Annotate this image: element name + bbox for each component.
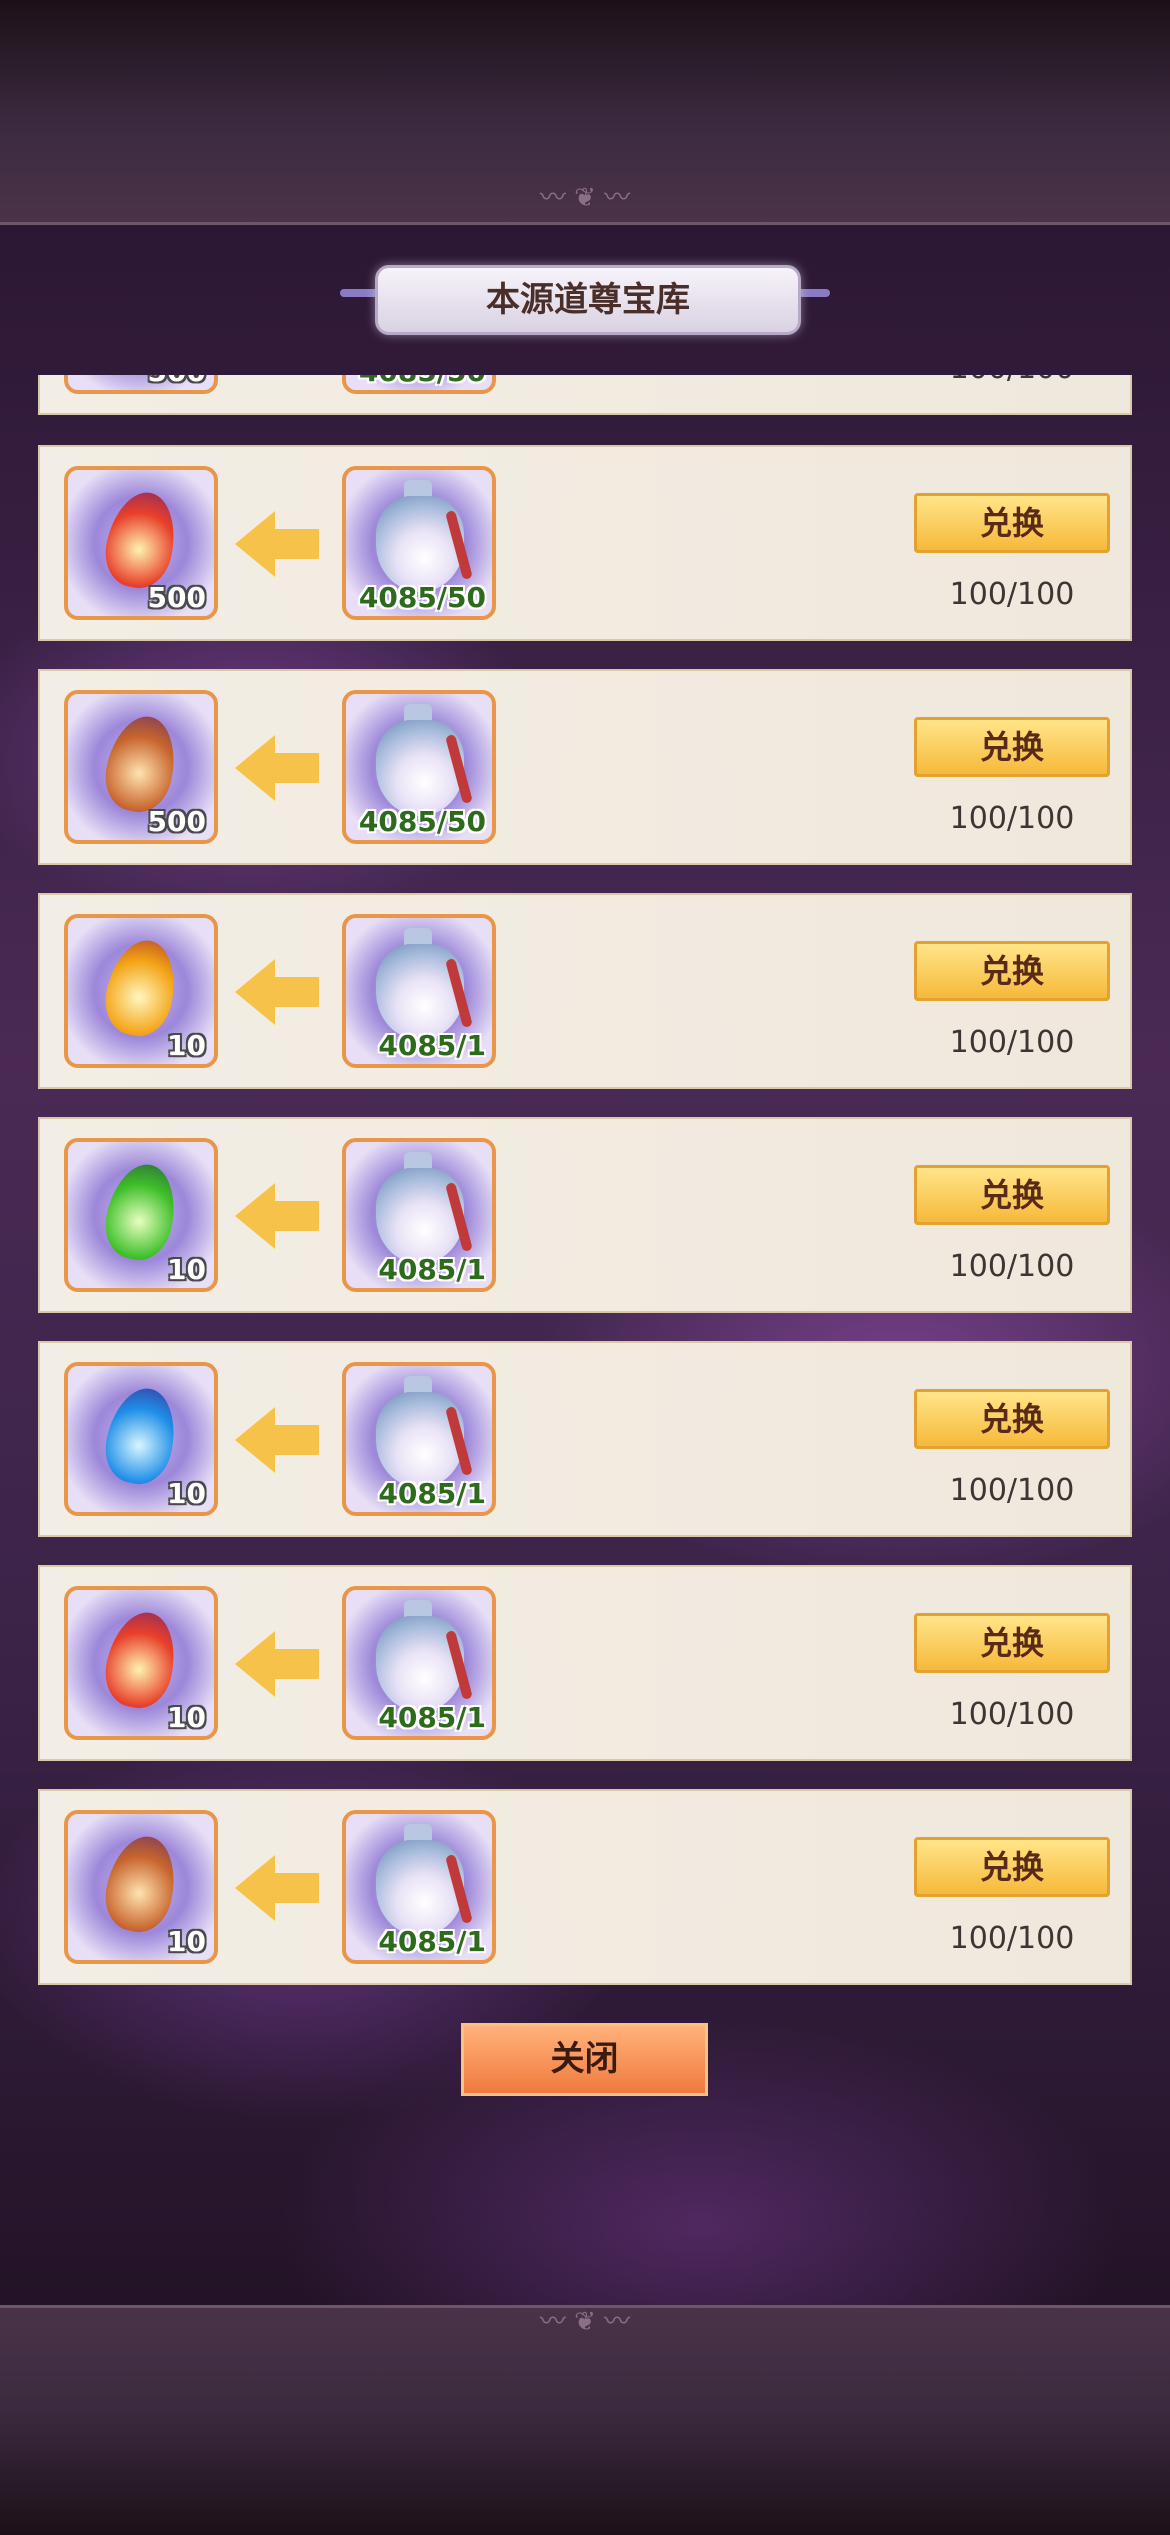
amber-flame-crystal-icon	[98, 710, 184, 818]
gold-flame-crystal-icon	[98, 934, 184, 1042]
cost-slot[interactable]: 4085/50	[342, 375, 496, 394]
reward-count: 10	[167, 1253, 206, 1286]
top-frame: 〰 ❦ 〰	[0, 0, 1170, 225]
cost-count: 4085/1	[378, 1925, 486, 1958]
reward-count: 10	[167, 1925, 206, 1958]
cost-count: 4085/1	[378, 1477, 486, 1510]
stock-text: 100/100	[914, 375, 1110, 386]
reward-count: 500	[148, 375, 206, 388]
cost-slot[interactable]: 4085/1	[342, 1810, 496, 1964]
stock-text: 100/100	[949, 1473, 1075, 1508]
stock-text: 100/100	[949, 1025, 1075, 1060]
red-flame-crystal-icon	[98, 1606, 184, 1714]
reward-slot[interactable]: 10	[64, 1810, 218, 1964]
cost-count: 4085/50	[358, 581, 486, 614]
reward-count: 10	[167, 1477, 206, 1510]
exchange-button[interactable]: 兑换	[914, 1389, 1110, 1449]
list-item: 500 4085/50 兑换 100/100	[38, 445, 1132, 641]
reward-count: 500	[147, 805, 206, 838]
bottom-frame: 〰 ❦ 〰	[0, 2305, 1170, 2535]
red-flame-crystal-icon	[98, 486, 184, 594]
top-ornament: 〰 ❦ 〰	[539, 183, 631, 213]
amber-flame-crystal-icon	[98, 1830, 184, 1938]
list-item: 10 4085/1 兑换 100/100	[38, 1565, 1132, 1761]
list-item: 10 4085/1 兑换 100/100	[38, 893, 1132, 1089]
reward-slot[interactable]: 10	[64, 1586, 218, 1740]
list-item: 10 4085/1 兑换 100/100	[38, 1789, 1132, 1985]
reward-slot[interactable]: 500	[64, 690, 218, 844]
arrow-left-icon	[235, 1631, 319, 1697]
arrow-left-icon	[235, 1407, 319, 1473]
exchange-button[interactable]: 兑换	[914, 1837, 1110, 1897]
arrow-left-icon	[235, 959, 319, 1025]
arrow-left-icon	[235, 511, 319, 577]
bottom-ornament: 〰 ❦ 〰	[539, 2307, 631, 2337]
cost-count: 4085/1	[378, 1701, 486, 1734]
stock-text: 100/100	[949, 1921, 1075, 1956]
exchange-button[interactable]: 兑换	[914, 941, 1110, 1001]
cost-slot[interactable]: 4085/1	[342, 1586, 496, 1740]
exchange-button[interactable]: 兑换	[914, 717, 1110, 777]
green-flame-crystal-icon	[98, 1158, 184, 1266]
stock-text: 100/100	[949, 1249, 1075, 1284]
reward-count: 10	[167, 1701, 206, 1734]
arrow-left-icon	[235, 1855, 319, 1921]
cost-count: 4085/1	[378, 1253, 486, 1286]
list-item-partial: 500 4085/50 100/100	[38, 375, 1132, 415]
reward-count: 10	[167, 1029, 206, 1062]
cost-slot[interactable]: 4085/50	[342, 466, 496, 620]
reward-slot[interactable]: 10	[64, 914, 218, 1068]
cost-slot[interactable]: 4085/50	[342, 690, 496, 844]
cost-slot[interactable]: 4085/1	[342, 1362, 496, 1516]
exchange-button[interactable]: 兑换	[914, 1613, 1110, 1673]
page-title: 本源道尊宝库	[486, 280, 690, 320]
cost-count: 4085/50	[358, 805, 486, 838]
title-plate: 本源道尊宝库	[375, 265, 801, 335]
stock-text: 100/100	[949, 801, 1075, 836]
arrow-left-icon	[235, 735, 319, 801]
reward-slot[interactable]: 10	[64, 1138, 218, 1292]
cost-count: 4085/1	[378, 1029, 486, 1062]
reward-slot[interactable]: 500	[64, 466, 218, 620]
reward-slot[interactable]: 10	[64, 1362, 218, 1516]
list-item: 10 4085/1 兑换 100/100	[38, 1117, 1132, 1313]
reward-slot[interactable]: 500	[64, 375, 218, 394]
arrow-left-icon	[235, 1183, 319, 1249]
cost-slot[interactable]: 4085/1	[342, 914, 496, 1068]
exchange-button[interactable]: 兑换	[914, 1165, 1110, 1225]
list-item: 500 4085/50 兑换 100/100	[38, 669, 1132, 865]
close-button[interactable]: 关闭	[461, 2023, 708, 2096]
cost-slot[interactable]: 4085/1	[342, 1138, 496, 1292]
exchange-button[interactable]: 兑换	[914, 493, 1110, 553]
exchange-list[interactable]: 500 4085/50 100/100 500 4085/50 兑换 100/1…	[38, 375, 1132, 1995]
stock-text: 100/100	[949, 1697, 1075, 1732]
cost-count: 4085/50	[346, 375, 492, 388]
blue-flame-crystal-icon	[98, 1382, 184, 1490]
stock-text: 100/100	[949, 577, 1075, 612]
reward-count: 500	[147, 581, 206, 614]
list-item: 10 4085/1 兑换 100/100	[38, 1341, 1132, 1537]
